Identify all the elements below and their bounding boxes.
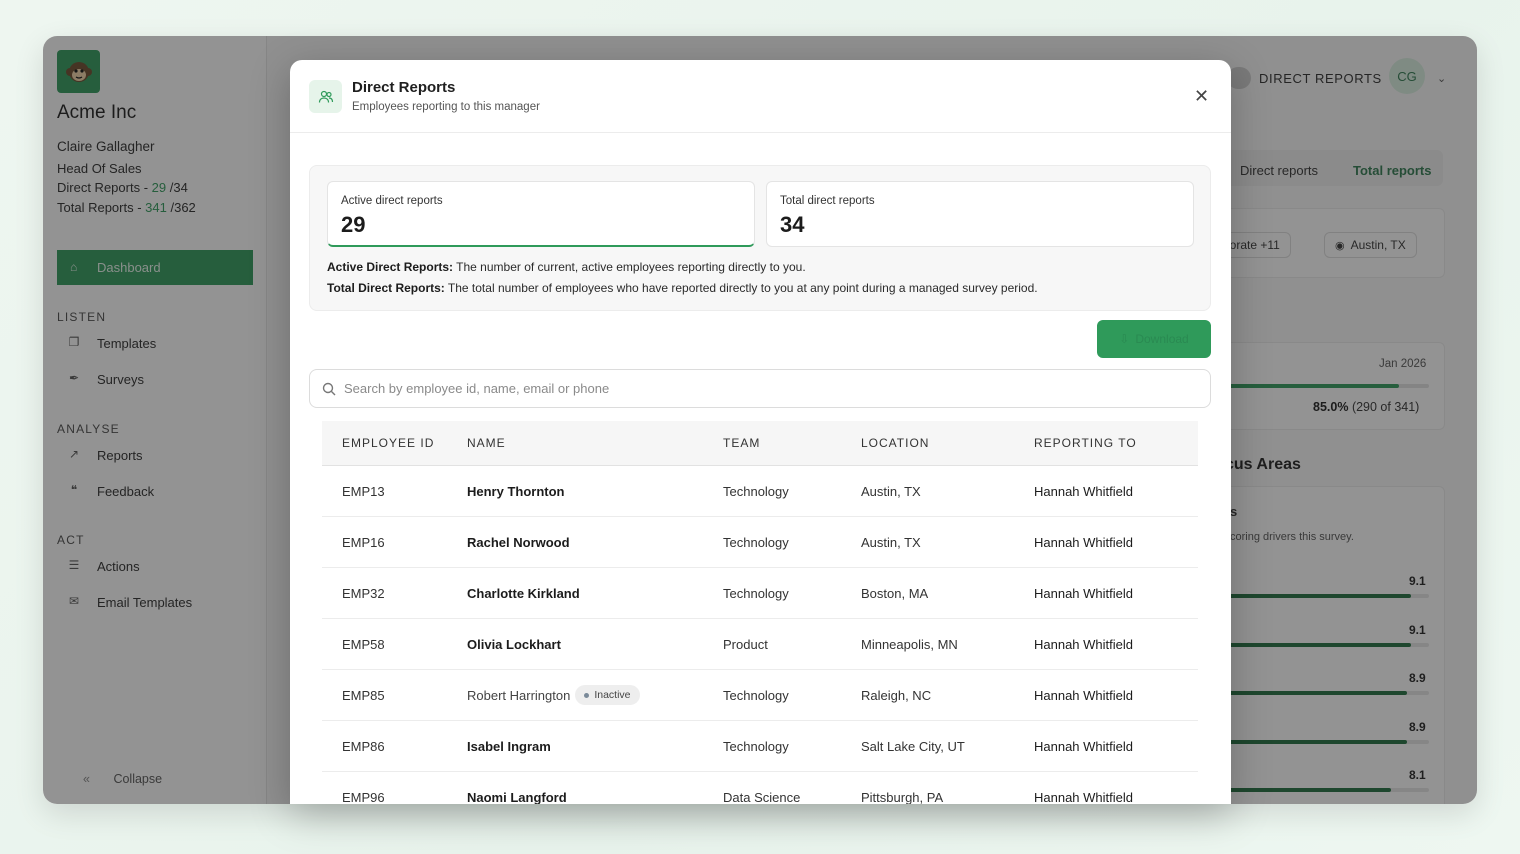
table-row[interactable]: EMP16 Rachel Norwood Technology Austin, … bbox=[322, 517, 1198, 568]
reports-summary: Active direct reports 29 Total direct re… bbox=[309, 165, 1211, 311]
column-header-location[interactable]: LOCATION bbox=[861, 436, 1034, 450]
download-label: Download bbox=[1135, 332, 1189, 346]
cell-location: Austin, TX bbox=[861, 534, 921, 550]
cell-reporting-to: Hannah Whitfield bbox=[1034, 789, 1133, 805]
cell-employee-id: EMP86 bbox=[342, 738, 385, 754]
status-dot-icon bbox=[584, 692, 590, 698]
table-row[interactable]: EMP32 Charlotte Kirkland Technology Bost… bbox=[322, 568, 1198, 619]
cell-reporting-to: Hannah Whitfield bbox=[1034, 636, 1133, 652]
stat-active-direct-reports: Active direct reports 29 bbox=[327, 181, 755, 247]
definition-active: Active Direct Reports: The number of cur… bbox=[327, 260, 806, 274]
cell-employee-id: EMP13 bbox=[342, 483, 385, 499]
direct-reports-modal: Direct Reports Employees reporting to th… bbox=[290, 60, 1231, 804]
cell-team: Technology bbox=[723, 585, 789, 601]
definition-term: Active Direct Reports: bbox=[327, 260, 454, 274]
cell-team: Technology bbox=[723, 687, 789, 703]
table-row[interactable]: EMP13 Henry Thornton Technology Austin, … bbox=[322, 466, 1198, 517]
cell-reporting-to: Hannah Whitfield bbox=[1034, 483, 1133, 499]
cell-employee-id: EMP32 bbox=[342, 585, 385, 601]
users-icon bbox=[309, 80, 342, 113]
status-badge-label: Inactive bbox=[594, 689, 631, 701]
cell-team: Technology bbox=[723, 483, 789, 499]
cell-reporting-to: Hannah Whitfield bbox=[1034, 585, 1133, 601]
cell-location: Pittsburgh, PA bbox=[861, 789, 944, 805]
modal-subtitle: Employees reporting to this manager bbox=[352, 101, 540, 113]
cell-name: Naomi Langford bbox=[467, 789, 567, 805]
table-row[interactable]: EMP58 Olivia Lockhart Product Minneapoli… bbox=[322, 619, 1198, 670]
cell-team: Data Science bbox=[723, 789, 801, 805]
stat-label: Active direct reports bbox=[341, 195, 443, 207]
column-header-reporting-to[interactable]: REPORTING TO bbox=[1034, 436, 1184, 450]
table-row[interactable]: EMP96 Naomi Langford Data Science Pittsb… bbox=[322, 772, 1198, 805]
cell-reporting-to: Hannah Whitfield bbox=[1034, 534, 1133, 550]
modal-header: Direct Reports Employees reporting to th… bbox=[290, 60, 1231, 133]
cell-name: Rachel Norwood bbox=[467, 534, 570, 550]
cell-location: Salt Lake City, UT bbox=[861, 738, 965, 754]
cell-location: Raleigh, NC bbox=[861, 687, 932, 703]
cell-team: Product bbox=[723, 636, 768, 652]
download-button[interactable]: ⇩ Download bbox=[1097, 320, 1211, 358]
cell-location: Austin, TX bbox=[861, 483, 921, 499]
definition-text: The total number of employees who have r… bbox=[444, 281, 1038, 295]
search-icon bbox=[322, 382, 336, 396]
table-header: EMPLOYEE ID NAME TEAM LOCATION REPORTING… bbox=[322, 421, 1198, 466]
cell-name: Henry Thornton bbox=[467, 483, 565, 499]
stat-value: 34 bbox=[780, 212, 805, 237]
cell-employee-id: EMP58 bbox=[342, 636, 385, 652]
modal-title: Direct Reports bbox=[352, 79, 456, 96]
stat-value: 29 bbox=[341, 212, 366, 237]
cell-name: Isabel Ingram bbox=[467, 738, 551, 754]
cell-location: Minneapolis, MN bbox=[861, 636, 958, 652]
cell-employee-id: EMP16 bbox=[342, 534, 385, 550]
column-header-team[interactable]: TEAM bbox=[723, 436, 861, 450]
cell-team: Technology bbox=[723, 534, 789, 550]
cell-reporting-to: Hannah Whitfield bbox=[1034, 687, 1133, 703]
column-header-employee-id[interactable]: EMPLOYEE ID bbox=[342, 436, 487, 450]
definition-total: Total Direct Reports: The total number o… bbox=[327, 281, 1038, 295]
cell-employee-id: EMP85 bbox=[342, 687, 385, 703]
column-header-name[interactable]: NAME bbox=[467, 436, 723, 450]
status-badge: Inactive bbox=[575, 685, 640, 705]
stat-total-direct-reports: Total direct reports 34 bbox=[766, 181, 1194, 247]
table-row[interactable]: EMP85 Robert Harrington Inactive Technol… bbox=[322, 670, 1198, 721]
close-icon[interactable]: ✕ bbox=[1194, 86, 1209, 106]
download-icon: ⇩ bbox=[1119, 332, 1130, 346]
cell-team: Technology bbox=[723, 738, 789, 754]
cell-employee-id: EMP96 bbox=[342, 789, 385, 805]
table-row[interactable]: EMP86 Isabel Ingram Technology Salt Lake… bbox=[322, 721, 1198, 772]
stat-label: Total direct reports bbox=[780, 195, 875, 207]
search-input[interactable] bbox=[344, 381, 1184, 396]
cell-name: Charlotte Kirkland bbox=[467, 585, 580, 601]
search-bar bbox=[309, 369, 1211, 408]
cell-name: Robert Harrington Inactive bbox=[467, 685, 723, 705]
direct-reports-table: EMPLOYEE ID NAME TEAM LOCATION REPORTING… bbox=[322, 421, 1198, 804]
cell-name: Olivia Lockhart bbox=[467, 636, 561, 652]
cell-location: Boston, MA bbox=[861, 585, 929, 601]
definition-text: The number of current, active employees … bbox=[453, 260, 806, 274]
cell-reporting-to: Hannah Whitfield bbox=[1034, 738, 1133, 754]
definition-term: Total Direct Reports: bbox=[327, 281, 445, 295]
